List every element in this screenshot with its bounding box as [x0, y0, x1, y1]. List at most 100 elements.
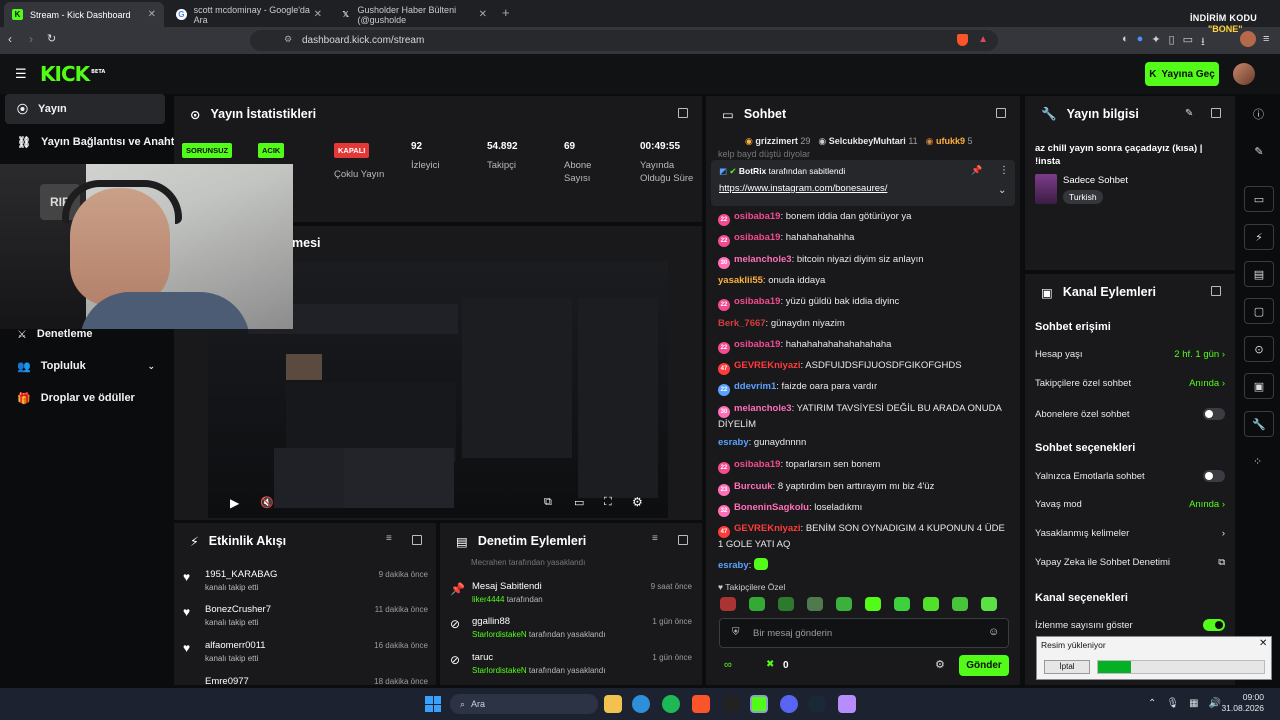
more-options-icon[interactable]: ⋮	[999, 165, 1009, 176]
reload-icon[interactable]: ↻	[47, 32, 56, 45]
tab-google-search[interactable]: G scott mcdominay - Google'da Ara ✕	[168, 2, 330, 27]
pen-app-icon[interactable]	[838, 695, 856, 713]
setting-followers-only[interactable]: Takipçilere özel sohbet Anında ›	[1035, 378, 1225, 389]
chat-username[interactable]: esraby	[718, 437, 749, 448]
close-icon[interactable]: ✕	[1259, 638, 1267, 649]
upload-cancel-button[interactable]: İptal	[1044, 660, 1090, 674]
setting-show-viewer-count[interactable]: İzlenme sayısını göster	[1035, 619, 1225, 631]
rail-list-icon[interactable]: ▤	[1244, 261, 1274, 287]
extension-icon[interactable]: ◐	[1122, 33, 1129, 52]
brave-icon[interactable]	[692, 695, 710, 713]
download-icon[interactable]: ⭳	[1201, 33, 1205, 52]
emote-icon[interactable]	[981, 597, 997, 611]
rail-edit-icon[interactable]: ✎	[1244, 138, 1274, 164]
taskbar-search[interactable]: ⌕ Ara	[450, 694, 598, 714]
chat-username[interactable]: yasaklii55	[718, 275, 763, 286]
send-button[interactable]: Gönder	[959, 655, 1009, 676]
emote-icon[interactable]	[952, 597, 968, 611]
chat-username[interactable]: melanchole3	[734, 403, 792, 414]
rail-lightning-icon[interactable]: ⚡	[1244, 224, 1274, 250]
edit-icon[interactable]: ✎	[1185, 108, 1193, 119]
emote-icon[interactable]	[749, 597, 765, 611]
wallet-icon[interactable]: ▭	[1183, 33, 1193, 52]
emote-icon[interactable]	[720, 597, 736, 611]
emote-icon[interactable]	[894, 597, 910, 611]
spotify-icon[interactable]	[662, 695, 680, 713]
new-tab-icon[interactable]: +	[502, 5, 510, 20]
setting-account-age[interactable]: Hesap yaşı 2 hf. 1 gün ›	[1035, 349, 1225, 360]
points-icon[interactable]: ✖	[766, 659, 774, 670]
rail-stats-icon[interactable]: ▭	[1244, 186, 1274, 212]
fullscreen-icon[interactable]: ⛶	[604, 496, 612, 509]
chat-username[interactable]: osibaba19	[734, 211, 780, 222]
obs-icon[interactable]	[722, 695, 740, 713]
play-icon[interactable]: ▶	[230, 496, 239, 510]
sidebar-item-drops[interactable]: 🎁 Droplar ve ödüller	[5, 383, 165, 413]
setting-ai-moderation[interactable]: Yapay Zeka ile Sohbet Denetimi ⧉	[1035, 557, 1225, 568]
subs-only-toggle[interactable]	[1203, 408, 1225, 420]
chat-username[interactable]: osibaba19	[734, 459, 780, 470]
chat-username[interactable]: osibaba19	[734, 232, 780, 243]
filter-icon[interactable]: ≡	[652, 533, 658, 544]
site-info-icon[interactable]: ⚙	[284, 34, 292, 45]
rail-eye-icon[interactable]: ⊙	[1244, 336, 1274, 362]
rail-chat-icon[interactable]: ▢	[1244, 298, 1274, 324]
back-icon[interactable]: ‹	[8, 32, 12, 46]
kick-app-icon[interactable]	[750, 695, 768, 713]
chat-username[interactable]: GEVREKniyazi	[734, 360, 801, 371]
network-icon[interactable]: ▦	[1189, 698, 1198, 709]
address-bar[interactable]: ⚙ dashboard.kick.com/stream ▲	[250, 30, 998, 51]
go-live-button[interactable]: K Yayına Geç	[1145, 62, 1219, 86]
tab-kick-dashboard[interactable]: K Stream - Kick Dashboard ✕	[4, 2, 164, 27]
sidebar-icon[interactable]: ▯	[1169, 33, 1175, 52]
expand-icon[interactable]	[996, 108, 1006, 118]
viewer-count-toggle[interactable]	[1203, 619, 1225, 631]
hamburger-menu-icon[interactable]: ☰	[15, 66, 27, 82]
kick-logo[interactable]: KICK BETA	[40, 62, 105, 86]
steam-icon[interactable]	[808, 695, 826, 713]
chat-input[interactable]: ⛨ Bir mesaj gönderin ☺	[719, 618, 1009, 648]
unpin-icon[interactable]: 📌	[971, 165, 982, 176]
chevron-down-icon[interactable]: ⌄	[998, 185, 1006, 196]
setting-subscribers-only[interactable]: Abonelere özel sohbet	[1035, 408, 1225, 420]
brave-shield-icon[interactable]	[957, 34, 968, 46]
chat-username[interactable]: BoneninSagkolu	[734, 502, 809, 513]
discord-icon[interactable]	[780, 695, 798, 713]
emote-icon[interactable]	[836, 597, 852, 611]
chat-username[interactable]: Burcuuk	[734, 481, 773, 492]
setting-emotes-only[interactable]: Yalnızca Emotlarla sohbet	[1035, 470, 1225, 482]
emoji-icon[interactable]: ☺	[988, 626, 999, 638]
tab-x-post[interactable]: 𝕏 Gusholder Haber Bülteni (@gusholde ✕	[333, 2, 495, 27]
chat-username[interactable]: osibaba19	[734, 296, 780, 307]
clock[interactable]: 09:00 31.08.2026	[1212, 692, 1264, 714]
chevron-up-icon[interactable]: ⌃	[1148, 698, 1156, 709]
setting-banned-words[interactable]: Yasaklanmış kelimeler ›	[1035, 528, 1225, 539]
mute-icon[interactable]: 🔇	[260, 496, 274, 509]
rail-wrench-icon[interactable]: 🔧	[1244, 411, 1274, 437]
chat-username[interactable]: ddevrim1	[734, 381, 776, 392]
emote-icon[interactable]	[923, 597, 939, 611]
sidebar-item-community[interactable]: 👥 Topluluk ⌄	[5, 351, 165, 381]
menu-icon[interactable]: ≡	[1263, 33, 1269, 45]
chat-settings-icon[interactable]: ⚙	[935, 658, 945, 671]
close-tab-icon[interactable]: ✕	[479, 9, 487, 20]
chat-username[interactable]: Berk_7667	[718, 318, 766, 329]
expand-icon[interactable]	[678, 535, 688, 545]
vpn-icon[interactable]: ●	[1137, 33, 1144, 52]
filter-icon[interactable]: ≡	[386, 533, 392, 544]
close-tab-icon[interactable]: ✕	[148, 9, 156, 20]
brave-rewards-icon[interactable]: ▲	[978, 34, 988, 45]
rail-save-icon[interactable]: ▣	[1244, 373, 1274, 399]
sidebar-item-stream[interactable]: ⦿ Yayın	[5, 94, 165, 124]
emotes-only-toggle[interactable]	[1203, 470, 1225, 482]
emote-icon[interactable]	[778, 597, 794, 611]
expand-icon[interactable]	[1211, 286, 1221, 296]
forward-icon[interactable]: ›	[29, 32, 33, 46]
emote-icon[interactable]	[865, 597, 881, 611]
file-explorer-icon[interactable]	[604, 695, 622, 713]
pinned-link[interactable]: https://www.instagram.com/bonesaures/	[719, 183, 887, 194]
emote-icon[interactable]	[807, 597, 823, 611]
setting-slow-mode[interactable]: Yavaş mod Anında ›	[1035, 499, 1225, 510]
chat-username[interactable]: GEVREKniyazi	[734, 523, 801, 534]
chat-username[interactable]: osibaba19	[734, 339, 780, 350]
